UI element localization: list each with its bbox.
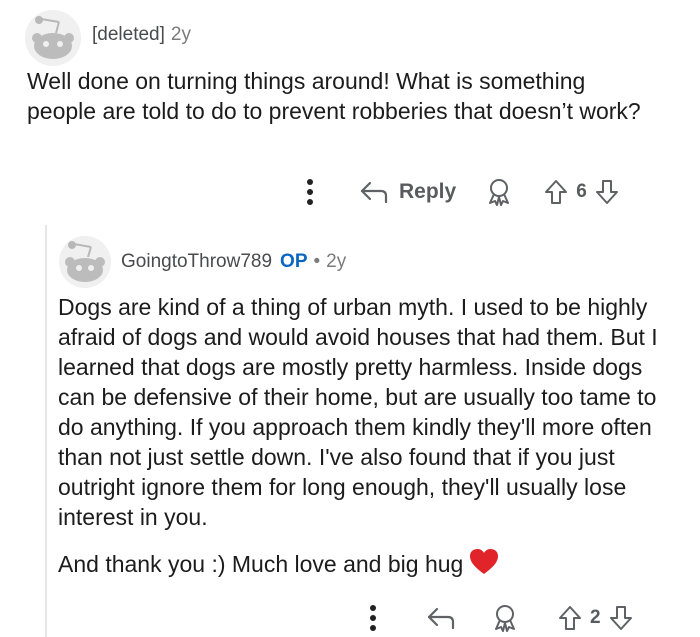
upvote-arrow-icon (545, 180, 568, 204)
reply-arrow-icon (360, 181, 388, 204)
op-badge: OP (280, 251, 308, 272)
comment-author[interactable]: [deleted] (92, 24, 165, 46)
vote-count: 2 (590, 607, 601, 628)
vote-count: 6 (576, 181, 587, 202)
comment-actions: Reply 6 (295, 172, 619, 212)
reply-body: Dogs are kind of a thing of urban myth. … (58, 294, 658, 530)
upvote-button[interactable] (544, 179, 568, 205)
upvote-arrow-icon (559, 606, 581, 630)
reply-closing-text: And thank you :) Much love and big hug (58, 551, 464, 577)
reply-closing: And thank you :) Much love and big hug (58, 548, 668, 579)
award-icon (489, 179, 510, 206)
award-button[interactable] (492, 604, 518, 632)
snoo-avatar-icon (25, 10, 81, 66)
comment-meta: [deleted] 2y (92, 24, 191, 46)
reply-avatar[interactable] (59, 236, 111, 288)
more-options-button[interactable] (295, 179, 325, 205)
downvote-arrow-icon (595, 180, 618, 204)
downvote-button[interactable] (595, 179, 619, 205)
reply-actions: 2 (360, 600, 633, 636)
award-icon (495, 605, 515, 632)
upvote-button[interactable] (558, 605, 582, 631)
meta-separator: • (313, 251, 321, 272)
award-button[interactable] (486, 178, 512, 206)
heart-icon (470, 549, 499, 574)
downvote-arrow-icon (609, 606, 632, 630)
more-vertical-icon (307, 179, 313, 205)
more-vertical-icon (370, 605, 376, 631)
avatar[interactable] (25, 10, 81, 66)
reply-button[interactable] (426, 606, 456, 630)
reply-age: 2y (326, 251, 347, 272)
reply-button[interactable]: Reply (359, 180, 456, 204)
downvote-button[interactable] (609, 605, 633, 631)
comment-body: Well done on turning things around! What… (27, 68, 641, 124)
reply-meta: GoingtoThrow789 OP • 2y (121, 251, 346, 273)
more-options-button[interactable] (360, 605, 386, 631)
reply-label: Reply (399, 180, 457, 203)
reply-arrow-icon (427, 607, 455, 630)
snoo-avatar-icon (59, 236, 111, 288)
comment-age: 2y (170, 24, 191, 45)
thread-line[interactable] (45, 225, 47, 637)
reply-author[interactable]: GoingtoThrow789 (121, 251, 272, 273)
